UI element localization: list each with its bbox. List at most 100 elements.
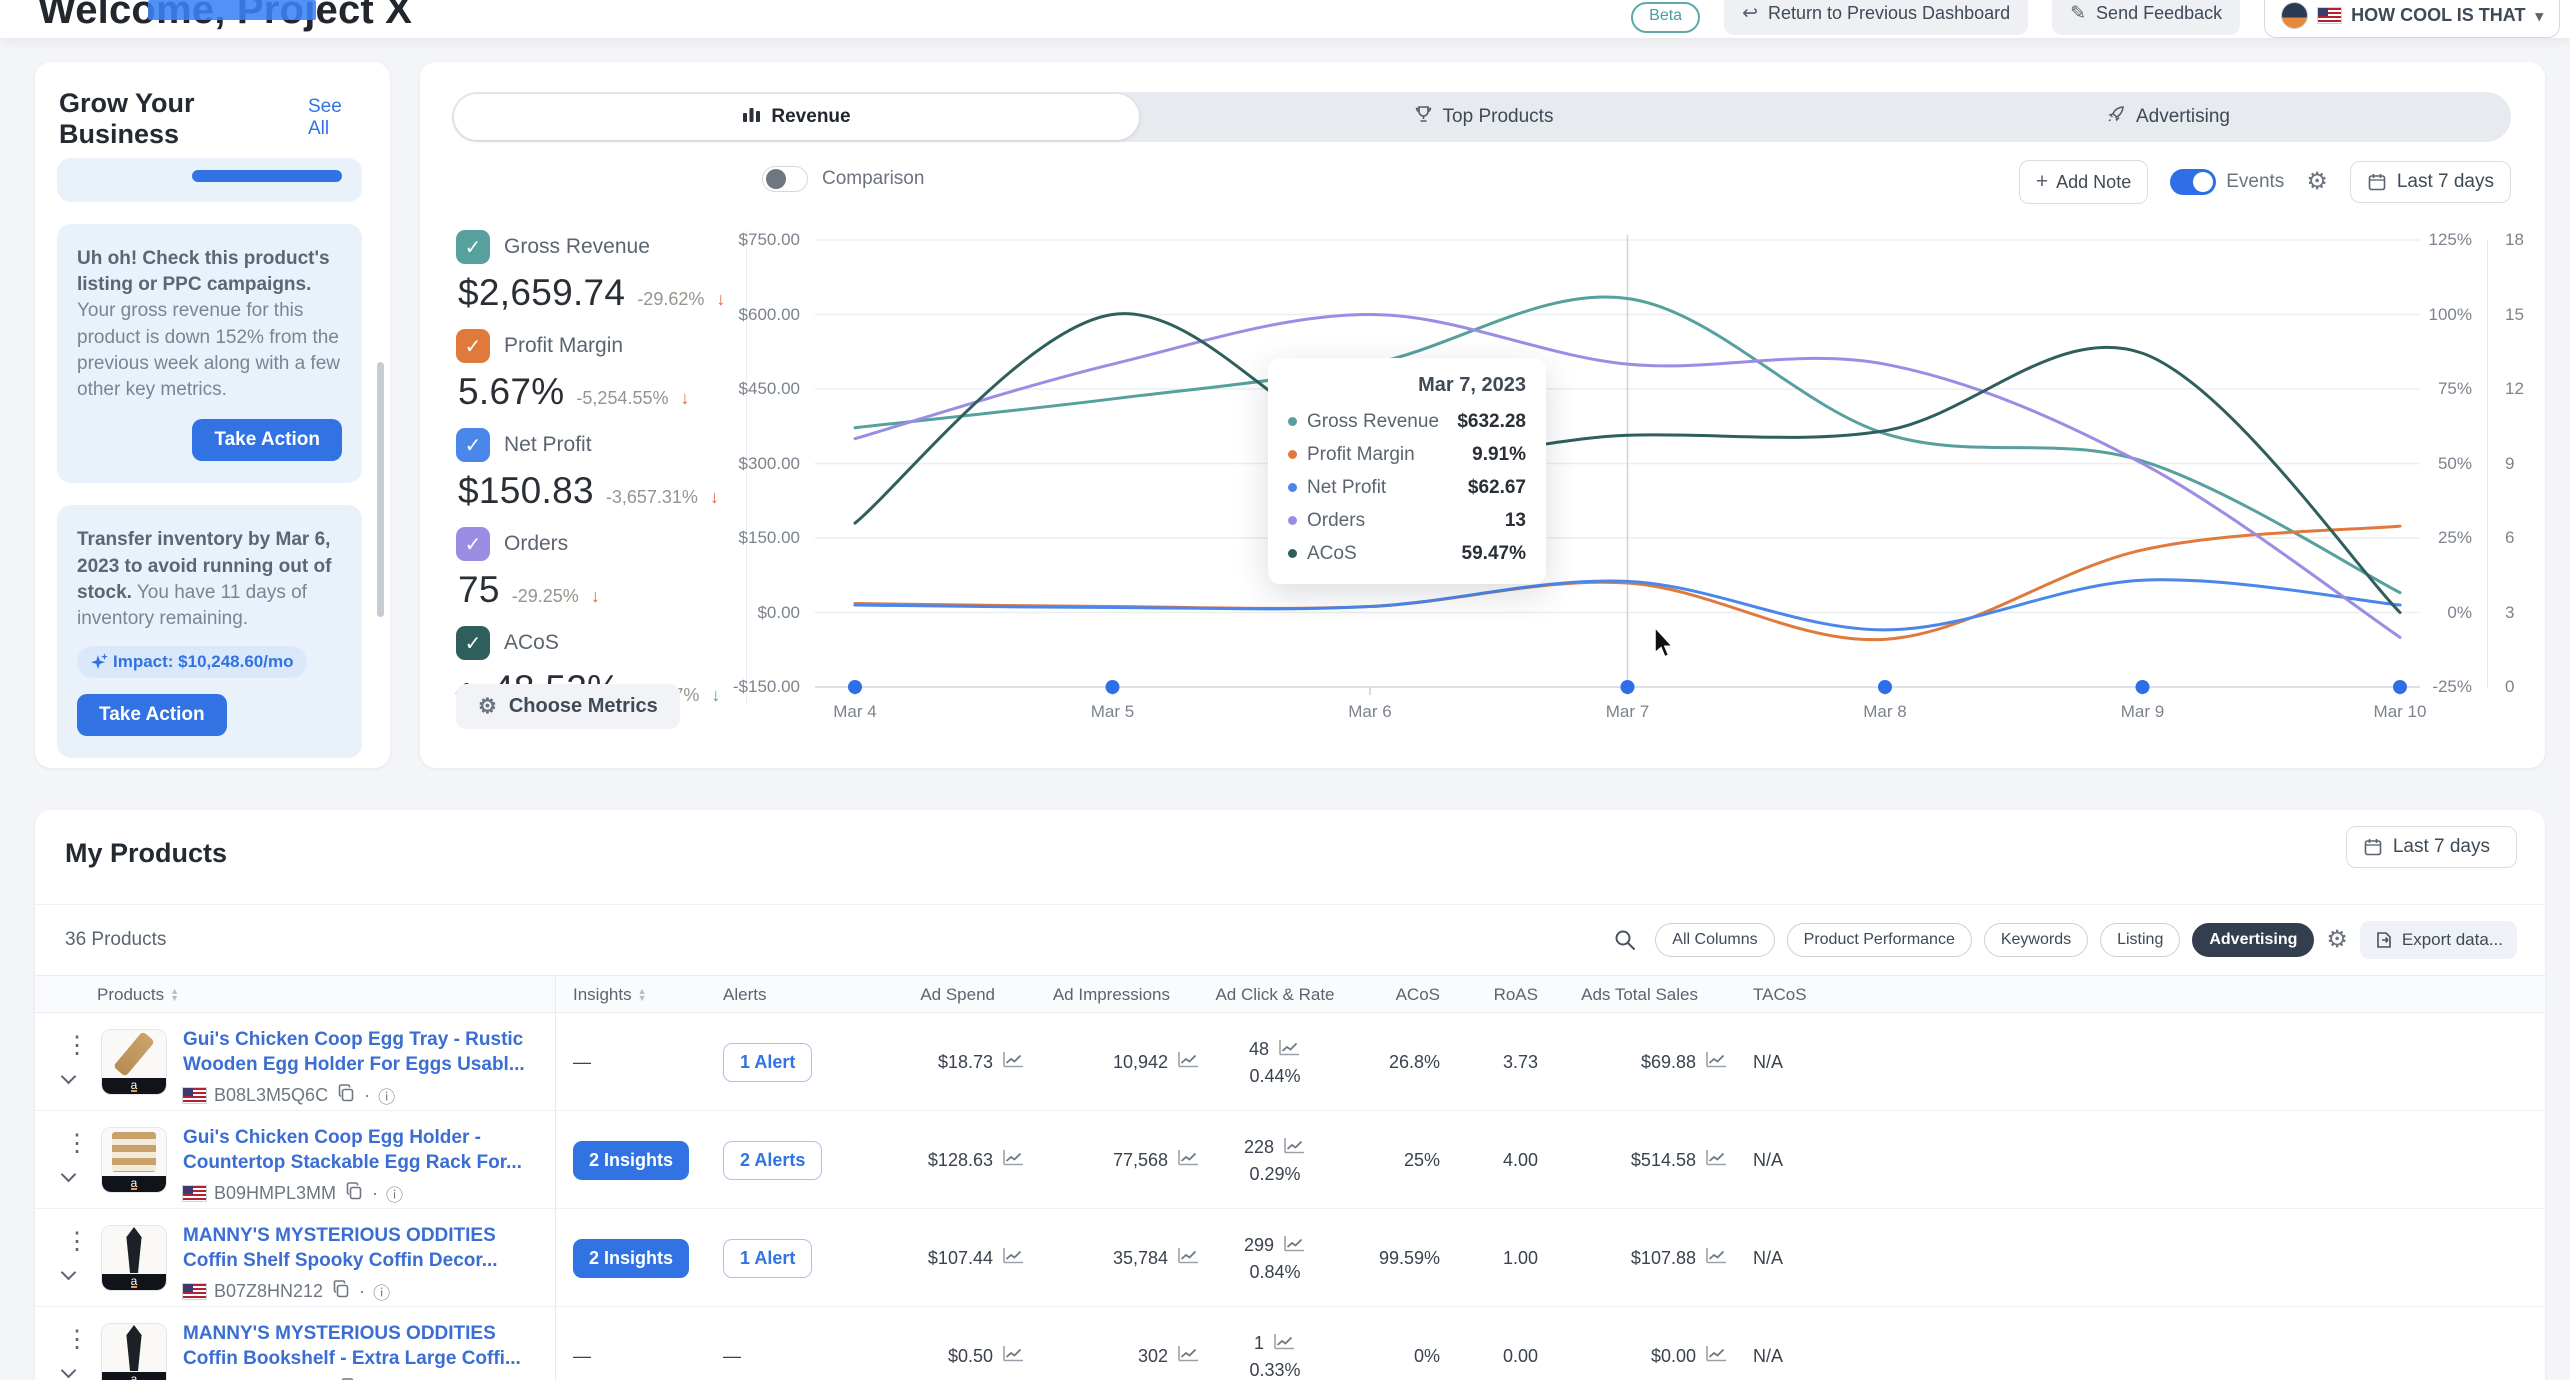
- products-date-range-select[interactable]: Last 7 days: [2345, 826, 2517, 868]
- sidebar-scrollbar[interactable]: [377, 362, 384, 617]
- product-image: a: [101, 1029, 167, 1095]
- mini-chart-icon[interactable]: [1273, 1332, 1296, 1356]
- tab-revenue[interactable]: Revenue: [454, 94, 1139, 140]
- comparison-toggle[interactable]: [762, 166, 808, 192]
- product-title-link[interactable]: MANNY'S MYSTERIOUS ODDITIES Coffin Books…: [183, 1321, 533, 1371]
- mini-chart-icon[interactable]: [1283, 1234, 1306, 1258]
- copy-icon[interactable]: [344, 1181, 364, 1206]
- click-rate: 0.44%: [1249, 1065, 1301, 1086]
- account-menu[interactable]: HOW COOL IS THAT ▾: [2264, 0, 2560, 38]
- column-header-ad-spend[interactable]: Ad Spend: [825, 976, 1025, 1014]
- row-expand-chevron-icon[interactable]: [60, 1166, 77, 1183]
- metric-checkbox[interactable]: ✓: [456, 428, 490, 462]
- see-all-link[interactable]: See All: [308, 96, 364, 140]
- mini-chart-icon[interactable]: [1705, 1246, 1728, 1270]
- trophy-icon: [1414, 105, 1433, 129]
- take-action-button-clipped[interactable]: [192, 170, 342, 182]
- alerts-pill[interactable]: 1 Alert: [723, 1238, 813, 1278]
- metric-checkbox[interactable]: ✓: [456, 626, 490, 660]
- row-expand-chevron-icon[interactable]: [60, 1068, 77, 1085]
- metric-checkbox[interactable]: ✓: [456, 329, 490, 363]
- arrow-down-icon: ↓: [680, 388, 690, 408]
- filter-pill-keywords[interactable]: Keywords: [1983, 923, 2089, 957]
- text-selection-highlight: [148, 0, 316, 20]
- mini-chart-icon[interactable]: [1177, 1344, 1200, 1368]
- chart-settings-gear-icon[interactable]: ⚙: [2306, 170, 2328, 194]
- filter-pill-all-columns[interactable]: All Columns: [1655, 923, 1775, 957]
- cell-ad-spend: $128.63: [825, 1111, 1025, 1209]
- insights-pill[interactable]: 2 Insights: [573, 1140, 690, 1180]
- return-previous-dashboard-button[interactable]: ↩ Return to Previous Dashboard: [1724, 0, 2029, 35]
- column-header-roas[interactable]: RoAS: [1453, 976, 1538, 1014]
- event-dot[interactable]: [2135, 680, 2150, 694]
- money-tick-label: $600.00: [738, 304, 800, 324]
- column-header-ads-total-sales[interactable]: Ads Total Sales: [1543, 976, 1728, 1014]
- alerts-pill[interactable]: 1 Alert: [723, 1042, 813, 1082]
- event-dot[interactable]: [2393, 680, 2407, 694]
- choose-metrics-button[interactable]: ⚙ Choose Metrics: [456, 684, 680, 729]
- event-dot[interactable]: [1878, 680, 1892, 694]
- mini-chart-icon[interactable]: [1177, 1246, 1200, 1270]
- product-image-art: [102, 1226, 166, 1274]
- cell-value-wrap: 302: [1138, 1344, 1200, 1368]
- events-toggle[interactable]: [2170, 169, 2217, 195]
- metric-checkbox[interactable]: ✓: [456, 230, 490, 264]
- info-icon[interactable]: ⓘ: [386, 1181, 403, 1206]
- tab-advertising[interactable]: Advertising: [1826, 92, 2511, 142]
- chart-date-range-select[interactable]: Last 7 days: [2349, 161, 2511, 203]
- row-expand-chevron-icon[interactable]: [60, 1264, 77, 1281]
- column-header-products[interactable]: Products ▲ ▼: [97, 976, 179, 1014]
- clicks-count: 48: [1248, 1039, 1270, 1059]
- metric-checkbox[interactable]: ✓: [456, 527, 490, 561]
- mini-chart-icon[interactable]: [1177, 1148, 1200, 1172]
- mini-chart-icon[interactable]: [1705, 1344, 1728, 1368]
- send-feedback-button[interactable]: ✎ Send Feedback: [2052, 0, 2241, 35]
- event-dot[interactable]: [848, 680, 862, 694]
- product-title-link[interactable]: Gui's Chicken Coop Egg Holder - Countert…: [183, 1125, 533, 1175]
- row-menu-kebab-icon[interactable]: ⋮: [65, 1031, 89, 1060]
- mini-chart-icon[interactable]: [1705, 1050, 1728, 1074]
- app-root: Welcome, Project X Beta ↩ Return to Prev…: [0, 0, 2570, 1380]
- recommendation-card: Uh oh! Check this product's listing or P…: [57, 224, 362, 484]
- table-settings-gear-icon[interactable]: ⚙: [2326, 928, 2348, 952]
- cell-value-wrap: N/A: [1753, 1346, 1783, 1367]
- mini-chart-icon[interactable]: [1177, 1050, 1200, 1074]
- count-tick-label: 9: [2505, 453, 2515, 473]
- column-header-insights[interactable]: Insights ▲ ▼: [573, 976, 713, 1014]
- column-header-ad-impressions[interactable]: Ad Impressions: [1020, 976, 1200, 1014]
- column-header-acos[interactable]: ACoS: [1355, 976, 1440, 1014]
- row-menu-kebab-icon[interactable]: ⋮: [65, 1129, 89, 1158]
- row-menu-kebab-icon[interactable]: ⋮: [65, 1227, 89, 1256]
- export-data-button[interactable]: Export data...: [2359, 921, 2517, 959]
- product-title-link[interactable]: Gui's Chicken Coop Egg Tray - Rustic Woo…: [183, 1027, 533, 1077]
- alerts-pill[interactable]: 2 Alerts: [723, 1140, 823, 1180]
- event-dot[interactable]: [1620, 680, 1635, 694]
- filter-pill-advertising[interactable]: Advertising: [2192, 923, 2315, 957]
- copy-icon[interactable]: [336, 1083, 356, 1108]
- row-menu-kebab-icon[interactable]: ⋮: [65, 1325, 89, 1354]
- cell-value-wrap: $18.73: [938, 1050, 1025, 1074]
- money-tick-label: $300.00: [738, 453, 800, 473]
- table-row: ⋮ a MANNY'S MYSTERIOUS ODDITIES Coffin She…: [35, 1209, 2545, 1307]
- info-icon[interactable]: ⓘ: [378, 1083, 395, 1108]
- filter-pill-listing[interactable]: Listing: [2100, 923, 2181, 957]
- mini-chart-icon[interactable]: [1278, 1038, 1301, 1062]
- tab-top-products[interactable]: Top Products: [1141, 92, 1826, 142]
- add-note-button[interactable]: + Add Note: [2018, 160, 2149, 204]
- row-expand-chevron-icon[interactable]: [60, 1362, 77, 1379]
- column-header-tacos[interactable]: TACoS: [1753, 976, 1843, 1014]
- copy-icon[interactable]: [331, 1279, 351, 1304]
- money-tick-label: $450.00: [738, 379, 800, 398]
- axis-separator: [2487, 240, 2488, 688]
- event-dot[interactable]: [1105, 680, 1120, 694]
- mini-chart-icon[interactable]: [1283, 1136, 1306, 1160]
- take-action-button[interactable]: Take Action: [77, 694, 227, 737]
- product-title-link[interactable]: MANNY'S MYSTERIOUS ODDITIES Coffin Shelf…: [183, 1223, 533, 1273]
- column-header-ad-click[interactable]: Ad Click & Rate: [1200, 976, 1350, 1014]
- search-icon[interactable]: [1613, 928, 1637, 952]
- filter-pill-product-performance[interactable]: Product Performance: [1786, 923, 1972, 957]
- take-action-button[interactable]: Take Action: [192, 419, 342, 462]
- insights-pill[interactable]: 2 Insights: [573, 1238, 690, 1278]
- info-icon[interactable]: ⓘ: [373, 1279, 390, 1304]
- mini-chart-icon[interactable]: [1705, 1148, 1728, 1172]
